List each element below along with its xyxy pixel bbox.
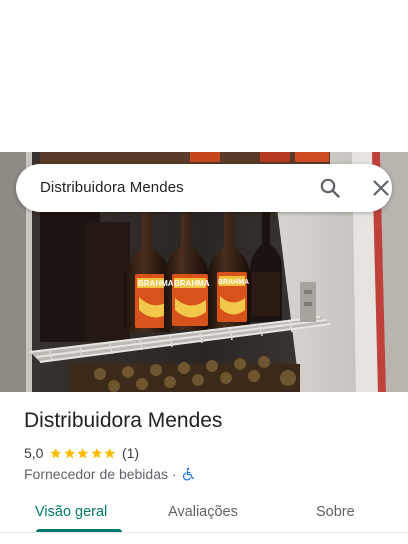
wheelchair-icon [182,467,194,481]
search-bar[interactable]: Distribuidora Mendes [16,164,392,212]
tab-bar: Visão geral Avaliações Sobre [0,498,408,544]
tabs-divider [0,532,408,533]
separator-dot: · [172,466,177,482]
star-icon [77,447,89,458]
place-title: Distribuidora Mendes [24,409,223,432]
tab-overview[interactable]: Visão geral [35,504,107,520]
rating-row[interactable]: 5,0 (1) [24,445,139,461]
star-icon [104,447,116,458]
star-icon [64,447,76,458]
category-row: Fornecedor de bebidas · [24,465,195,483]
search-input[interactable]: Distribuidora Mendes [40,179,184,196]
label-text: BRAHMA [174,279,210,288]
close-icon[interactable] [369,176,393,200]
place-category: Fornecedor de bebidas [24,466,168,482]
search-icon[interactable] [318,176,342,200]
star-icon [91,447,103,458]
rating-value: 5,0 [24,445,44,461]
place-page: BRAHMA BRAHMA BRAHMA Distribuidora Mende… [0,0,408,544]
tab-reviews[interactable]: Avaliações [168,504,238,520]
star-rating [49,447,117,460]
star-icon [50,447,62,458]
label-text: BRAHMA [218,279,249,286]
label-text: BRAHMA [138,279,174,288]
tab-about[interactable]: Sobre [316,504,355,520]
review-count[interactable]: (1) [122,445,139,461]
